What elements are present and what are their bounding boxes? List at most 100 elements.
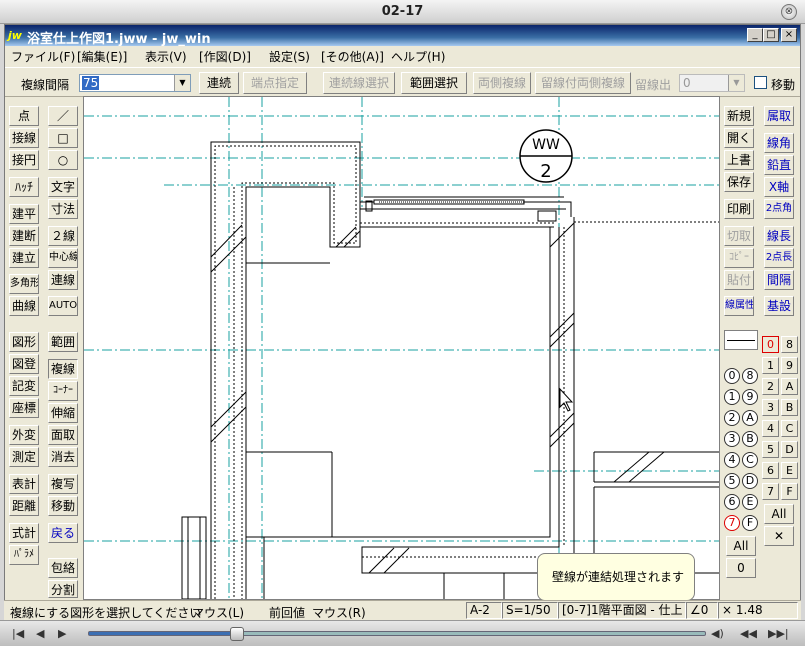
chevron-down-icon[interactable]: ▼ <box>728 75 744 91</box>
both-sides-button[interactable]: 両側複線 <box>473 72 531 94</box>
tool-open[interactable]: 開く <box>724 128 754 148</box>
layer-1[interactable]: 1 <box>762 357 779 374</box>
range-select-button[interactable]: 範囲選択 <box>401 72 467 94</box>
tool-line[interactable]: ／ <box>48 106 78 126</box>
tool-hatch[interactable]: ﾊｯﾁ <box>9 177 39 197</box>
layer-d[interactable]: D <box>781 441 798 458</box>
tool-line-length[interactable]: 線長 <box>764 226 794 246</box>
layer-group-circle-a[interactable]: A <box>742 410 758 426</box>
undo-button[interactable]: 戻る <box>48 523 78 543</box>
tool-vertical[interactable]: 鉛直 <box>764 155 794 175</box>
tool-chamfer[interactable]: 面取 <box>48 425 78 445</box>
layer-f[interactable]: F <box>781 483 798 500</box>
tool-move[interactable]: 移動 <box>48 496 78 516</box>
layer-6[interactable]: 6 <box>762 462 779 479</box>
layer-group-zero-button[interactable]: 0 <box>726 558 756 578</box>
continuous-select-button[interactable]: 連続線選択 <box>323 72 395 94</box>
scale-display[interactable]: S=1/50 <box>502 602 558 619</box>
tool-symbol-change[interactable]: 記変 <box>9 376 39 396</box>
tool-two-point-angle[interactable]: 2点角 <box>764 199 794 219</box>
layer-group-circle-0[interactable]: 0 <box>724 368 740 384</box>
leave-both-button[interactable]: 留線付両側複線 <box>535 72 631 94</box>
tool-divide[interactable]: 分割 <box>48 580 78 598</box>
prev-icon[interactable]: ◀◀ <box>740 627 757 640</box>
tool-center-line[interactable]: 中心線 <box>48 248 78 268</box>
layer-group-circle-4[interactable]: 4 <box>724 452 740 468</box>
layer-4[interactable]: 4 <box>762 420 779 437</box>
next-icon[interactable]: ▶▶| <box>768 627 789 640</box>
line-type-preview[interactable] <box>724 330 758 350</box>
tool-save[interactable]: 保存 <box>724 172 754 192</box>
layer-a[interactable]: A <box>781 378 798 395</box>
layer-7[interactable]: 7 <box>762 483 779 500</box>
menu-other[interactable]: [その他(A)] <box>321 48 384 65</box>
tool-tangent-circle[interactable]: 接円 <box>9 150 39 170</box>
tool-figure[interactable]: 図形 <box>9 332 39 352</box>
layer-e[interactable]: E <box>781 462 798 479</box>
tool-text[interactable]: 文字 <box>48 177 78 197</box>
tool-stretch[interactable]: 伸縮 <box>48 403 78 423</box>
tool-elevation[interactable]: 建立 <box>9 248 39 268</box>
tool-table-calc[interactable]: 表計 <box>9 474 39 494</box>
tool-line-attribute[interactable]: 線属性 <box>724 296 754 316</box>
maximize-button[interactable]: □ <box>763 28 779 42</box>
tool-section[interactable]: 建断 <box>9 226 39 246</box>
seek-handle[interactable] <box>229 627 244 641</box>
tool-interval[interactable]: 間隔 <box>764 270 794 290</box>
tool-measure[interactable]: 測定 <box>9 447 39 467</box>
layer-3[interactable]: 3 <box>762 399 779 416</box>
tool-polygon[interactable]: 多角形 <box>9 274 39 294</box>
layer-group-circle-d[interactable]: D <box>742 473 758 489</box>
leave-out-combo[interactable]: 0 ▼ <box>679 74 745 92</box>
tool-tangent[interactable]: 接線 <box>9 128 39 148</box>
tool-get-attribute[interactable]: 属取 <box>764 106 794 126</box>
layer-display[interactable]: [0-7]1階平面図 - 仕上 <box>558 602 686 619</box>
zoom-display[interactable]: × 1.48 <box>718 602 798 619</box>
tool-external-change[interactable]: 外変 <box>9 425 39 445</box>
tool-corner[interactable]: ｺｰﾅｰ <box>48 381 78 401</box>
layer-8[interactable]: 8 <box>781 336 798 353</box>
tool-curve[interactable]: 曲線 <box>9 296 39 316</box>
tool-erase[interactable]: 消去 <box>48 447 78 467</box>
menu-settings[interactable]: 設定(S) <box>269 48 310 65</box>
tool-double-line[interactable]: ２線 <box>48 226 78 246</box>
layer-group-circle-9[interactable]: 9 <box>742 389 758 405</box>
tool-circle[interactable]: ○ <box>48 150 78 170</box>
tool-copy[interactable]: 複写 <box>48 474 78 494</box>
seek-bar[interactable] <box>88 627 706 641</box>
continuous-button[interactable]: 連続 <box>199 72 239 94</box>
tool-new[interactable]: 新規 <box>724 106 754 126</box>
layer-close-icon[interactable]: ✕ <box>764 526 794 546</box>
tool-dimension[interactable]: 寸法 <box>48 199 78 219</box>
tool-coordinate[interactable]: 座標 <box>9 398 39 418</box>
layer-5[interactable]: 5 <box>762 441 779 458</box>
layer-group-circle-b[interactable]: B <box>742 431 758 447</box>
interval-value[interactable]: 75 <box>82 76 100 90</box>
layer-b[interactable]: B <box>781 399 798 416</box>
cad-drawing[interactable]: WW 2 <box>84 97 719 600</box>
tool-offset-active[interactable]: 複線 <box>48 359 78 379</box>
tool-copy-clip[interactable]: ｺﾋﾟｰ <box>724 248 754 268</box>
menu-help[interactable]: ヘルプ(H) <box>391 48 445 65</box>
menu-view[interactable]: 表示(V) <box>145 48 187 65</box>
paper-size[interactable]: A-2 <box>466 602 502 619</box>
rewind-icon[interactable]: |◀ <box>12 627 24 640</box>
layer-group-circle-f[interactable]: F <box>742 515 758 531</box>
layer-group-circle-6[interactable]: 6 <box>724 494 740 510</box>
layer-2[interactable]: 2 <box>762 378 779 395</box>
minimize-button[interactable]: _ <box>747 28 763 42</box>
layer-c[interactable]: C <box>781 420 798 437</box>
tool-cut[interactable]: 切取 <box>724 226 754 246</box>
layer-group-all-button[interactable]: All <box>726 536 756 556</box>
tool-base-setting[interactable]: 基設 <box>764 296 794 316</box>
tool-figure-register[interactable]: 図登 <box>9 354 39 374</box>
angle-display[interactable]: ∠0 <box>686 602 718 619</box>
tool-envelope[interactable]: 包絡 <box>48 558 78 578</box>
back-icon[interactable]: ◀ <box>36 627 44 640</box>
interval-combo[interactable]: 75 ▼ <box>79 74 191 92</box>
move-checkbox[interactable] <box>754 76 767 89</box>
tool-auto[interactable]: AUTO <box>48 296 78 316</box>
volume-icon[interactable]: ◀) <box>711 627 724 640</box>
tool-plan[interactable]: 建平 <box>9 204 39 224</box>
tool-line-angle[interactable]: 線角 <box>764 133 794 153</box>
